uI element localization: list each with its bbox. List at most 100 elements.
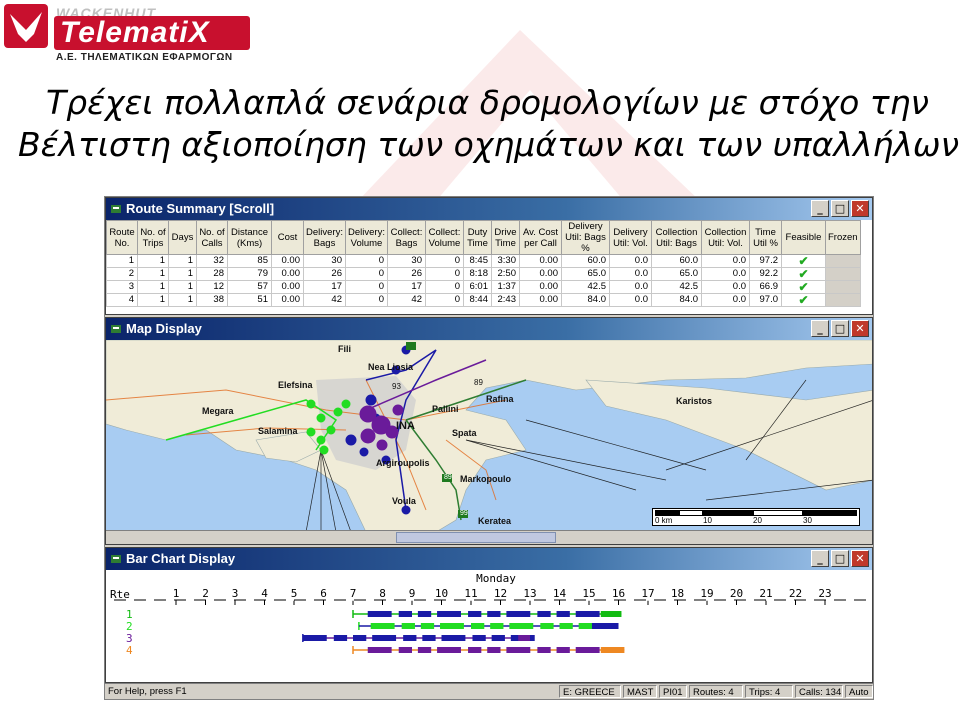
table-cell: 30	[303, 254, 346, 268]
bar-segment	[302, 635, 327, 641]
slide-title-line-1: Τρέχει πολλαπλά σενάρια δρομολογίων με σ…	[46, 83, 929, 122]
table-cell: 0	[425, 254, 464, 268]
column-header[interactable]: Collect: Volume	[425, 220, 464, 255]
bar-end-segment	[600, 647, 625, 653]
table-cell: 84.0	[651, 293, 702, 307]
column-header[interactable]: Collect: Bags	[387, 220, 426, 255]
column-header[interactable]: Drive Time	[491, 220, 520, 255]
route-summary-grid: Route No. No. of Trips Days No. of Calls Dis…	[106, 220, 872, 314]
bar-segment	[398, 611, 412, 617]
gantt-chart: MondayRte 1 2 3 4 5 6 7 8 9 10 11 12 13 14 15 16 17 18 19 20…	[106, 572, 872, 657]
table-cell: 0.0	[609, 293, 652, 307]
map-label-pallini: Pallini	[432, 404, 459, 414]
maximize-button[interactable]: □	[831, 320, 849, 337]
map-display-titlebar[interactable]: Map Display _ □ ✕	[106, 318, 872, 340]
bar-segment	[441, 635, 466, 641]
bar-segment	[422, 635, 436, 641]
column-header[interactable]: No. of Calls	[196, 220, 228, 255]
table-cell: 6:01	[463, 280, 492, 294]
hour-tick-label: 10	[435, 587, 448, 600]
status-region: E: GREECE	[559, 685, 621, 698]
bar-segment	[537, 611, 551, 617]
minimize-button[interactable]: _	[811, 200, 829, 217]
scale-label-0: 0 km	[655, 516, 673, 525]
map-canvas[interactable]: Fili Nea Liosia Elefsina Megara Salamina…	[106, 340, 872, 530]
status-calls: Calls: 134	[795, 685, 843, 698]
column-header[interactable]: Collection Util: Vol.	[701, 220, 750, 255]
table-cell: 0.0	[609, 267, 652, 281]
hour-tick-label: 1	[173, 587, 180, 600]
route-summary-title: Route Summary [Scroll]	[126, 201, 275, 216]
column-header[interactable]: Frozen	[825, 220, 861, 255]
table-cell: 38	[196, 293, 228, 307]
column-header[interactable]: Cost	[271, 220, 304, 255]
status-help: For Help, press F1	[108, 686, 187, 697]
table-cell: 1	[137, 293, 169, 307]
bar-chart-canvas[interactable]: Monday Rte 1 2 3 4 5 6 7 8 9 10 11 12 13 14 15 16 17 18 19 20…	[106, 570, 872, 682]
table-cell: 0	[425, 267, 464, 281]
bar-segment	[575, 611, 600, 617]
column-header[interactable]: Delivery Util: Vol.	[609, 220, 652, 255]
close-button[interactable]: ✕	[851, 550, 869, 567]
map-label-karystos: Karistos	[676, 396, 713, 406]
table-cell: 65.0	[561, 267, 610, 281]
column-header[interactable]: No. of Trips	[137, 220, 169, 255]
table-cell: 2	[106, 267, 138, 281]
table-row[interactable]: 2 1 1 28 79 0.00 26 0 26 0 8:18 2:50 0.00 65.0 0.0 65.0…	[106, 267, 861, 281]
table-cell: 0	[425, 280, 464, 294]
hour-tick-label: 18	[671, 587, 684, 600]
column-header[interactable]: Delivery: Volume	[345, 220, 388, 255]
bar-segment	[437, 611, 461, 617]
hour-tick-label: 7	[350, 587, 357, 600]
table-row[interactable]: 4 1 1 38 51 0.00 42 0 42 0 8:44 2:43 0.00 84.0 0.0 84.0…	[106, 293, 861, 307]
table-cell: 65.0	[651, 267, 702, 281]
table-cell: 97.0	[749, 293, 782, 307]
column-header[interactable]: Route No.	[106, 220, 138, 255]
bar-segment	[556, 647, 570, 653]
table-cell: 1:37	[491, 280, 520, 294]
table-row[interactable]: 1 1 1 32 85 0.00 30 0 30 0 8:45 3:30 0.00 60.0 0.0 60.0…	[106, 254, 861, 268]
column-header[interactable]: Days	[168, 220, 197, 255]
table-cell: 12	[196, 280, 228, 294]
bar-chart-titlebar[interactable]: Bar Chart Display _ □ ✕	[106, 548, 872, 570]
bar-segment	[403, 635, 417, 641]
table-cell: 2:43	[491, 293, 520, 307]
table-cell: 0.0	[609, 254, 652, 268]
route-summary-titlebar[interactable]: Route Summary [Scroll] _ □ ✕	[106, 198, 872, 220]
column-header[interactable]: Feasible	[781, 220, 826, 255]
table-cell: 4	[106, 293, 138, 307]
hour-tick-label: 2	[202, 587, 209, 600]
map-label-athina: INA	[396, 420, 415, 432]
hour-tick-label: 12	[494, 587, 507, 600]
bar-segment	[575, 647, 600, 653]
column-header[interactable]: Delivery: Bags	[303, 220, 346, 255]
table-cell: 0.0	[609, 280, 652, 294]
map-display-window: Map Display _ □ ✕ Fili Nea Liosia Elefsi…	[105, 317, 873, 545]
map-horizontal-scrollbar[interactable]	[106, 530, 872, 544]
route-label: 4	[126, 644, 133, 657]
maximize-button[interactable]: □	[831, 550, 849, 567]
table-cell	[825, 254, 861, 268]
column-header[interactable]: Duty Time	[463, 220, 492, 255]
column-header[interactable]: Distance (Kms)	[227, 220, 272, 255]
road-number-93: 93	[392, 382, 401, 391]
column-header[interactable]: Collection Util: Bags	[651, 220, 702, 255]
table-cell: 0	[345, 280, 388, 294]
hour-tick-label: 19	[700, 587, 713, 600]
close-button[interactable]: ✕	[851, 200, 869, 217]
minimize-button[interactable]: _	[811, 550, 829, 567]
logo-brand-text: TelematiX	[54, 16, 250, 50]
status-routes: Routes: 4	[689, 685, 743, 698]
column-header[interactable]: Delivery Util: Bags %	[561, 220, 610, 255]
table-cell: 2:50	[491, 267, 520, 281]
hour-tick-label: 5	[291, 587, 298, 600]
column-header[interactable]: Av. Cost per Call	[519, 220, 562, 255]
column-header[interactable]: Time Util %	[749, 220, 782, 255]
close-button[interactable]: ✕	[851, 320, 869, 337]
maximize-button[interactable]: □	[831, 200, 849, 217]
scrollbar-thumb[interactable]	[396, 532, 556, 543]
bar-segment	[468, 647, 482, 653]
table-row[interactable]: 3 1 1 12 57 0.00 17 0 17 0 6:01 1:37 0.00 42.5 0.0 42.5…	[106, 280, 861, 294]
scale-label-10: 10	[703, 516, 712, 525]
minimize-button[interactable]: _	[811, 320, 829, 337]
